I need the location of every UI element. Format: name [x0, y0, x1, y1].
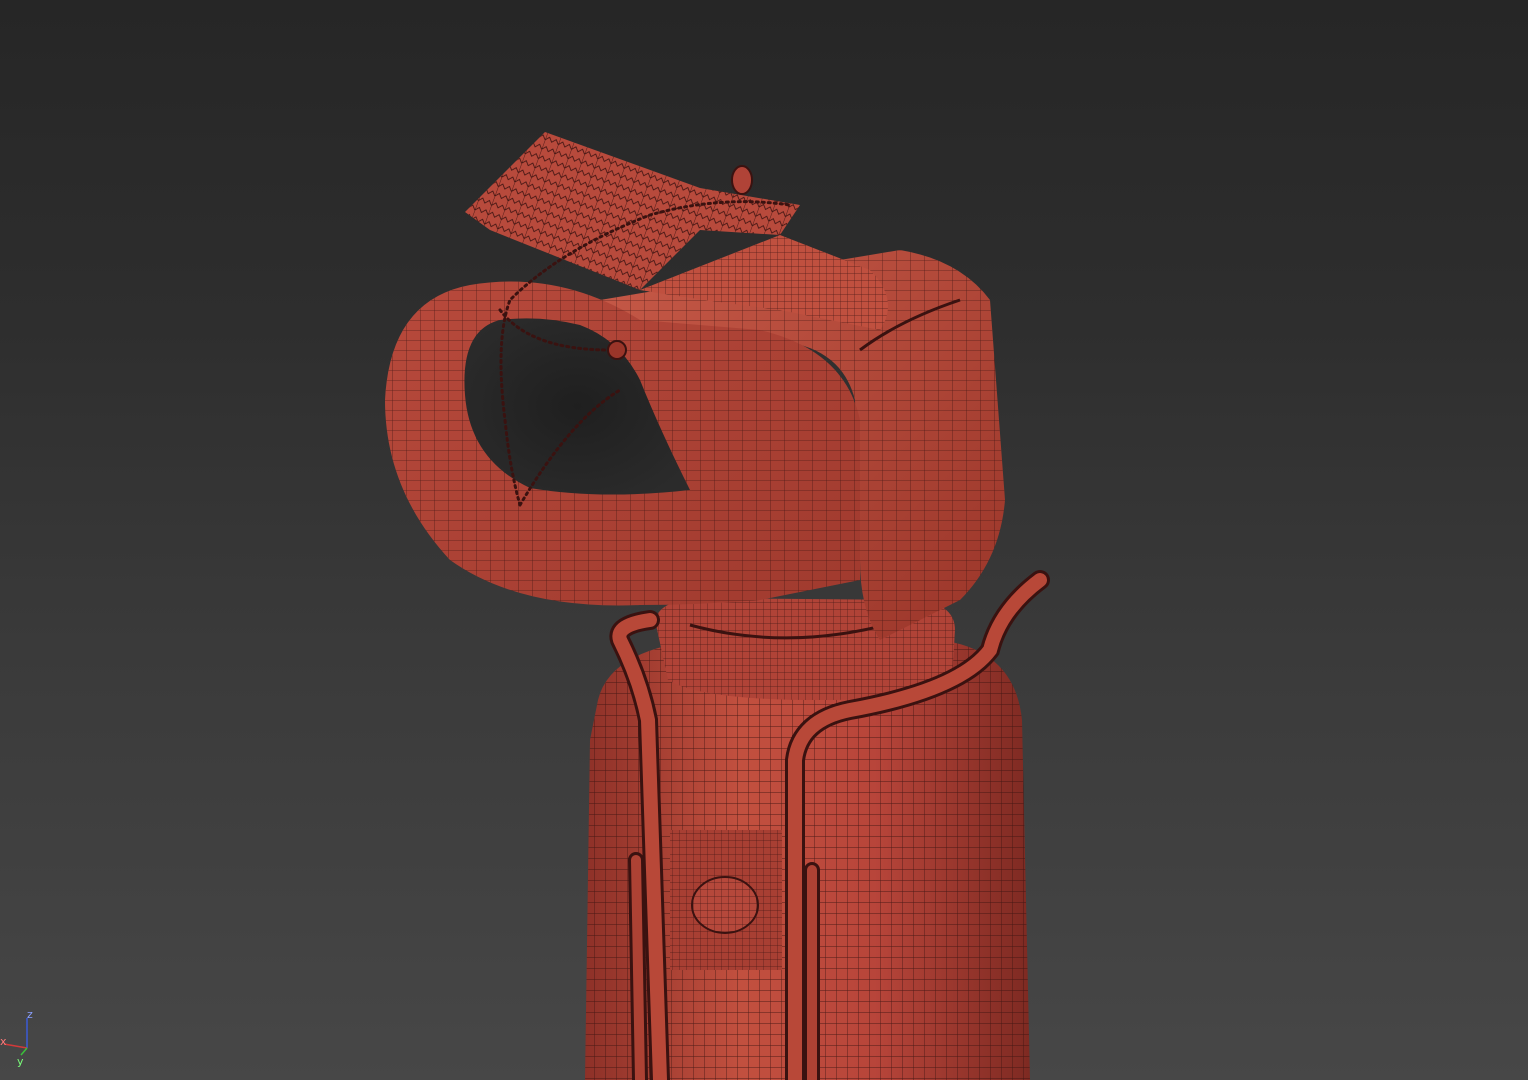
pin — [607, 340, 627, 360]
x-axis-line — [3, 1043, 28, 1049]
3d-viewport[interactable]: z x y — [0, 0, 1528, 1080]
axis-gizmo: z x y — [0, 1008, 33, 1068]
z-axis-label: z — [27, 1008, 33, 1021]
y-axis-line — [20, 1047, 28, 1056]
x-axis-label: x — [0, 1035, 7, 1048]
y-axis-label: y — [17, 1055, 24, 1068]
model-render[interactable] — [0, 0, 1528, 1080]
label-plate — [670, 830, 782, 970]
